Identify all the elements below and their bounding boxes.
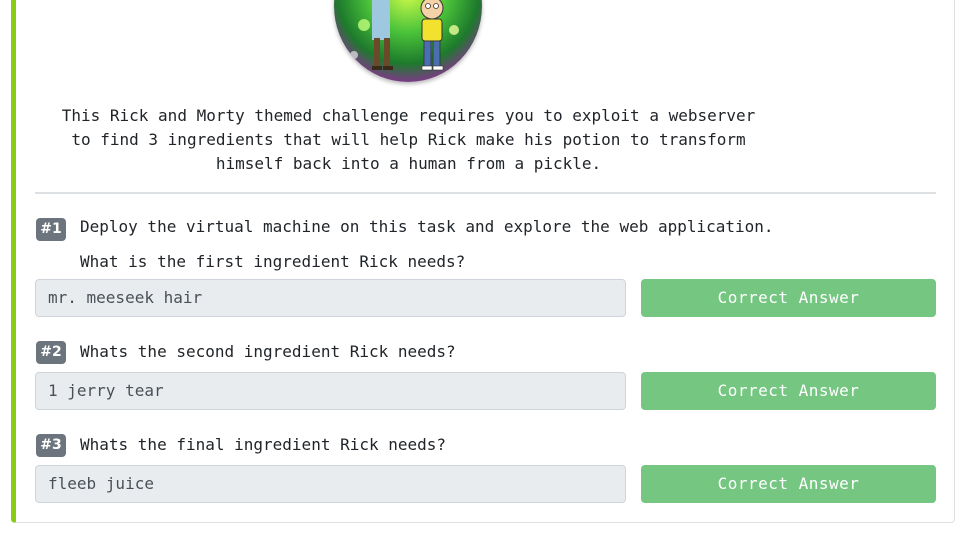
question-number-badge: #1 <box>36 218 66 241</box>
answer-field[interactable]: 1 jerry tear <box>35 372 626 410</box>
correct-answer-button[interactable]: Correct Answer <box>641 465 936 503</box>
question-text: Whats the second ingredient Rick needs? <box>80 342 456 361</box>
question-text: What is the first ingredient Rick needs? <box>80 252 466 271</box>
room-description: This Rick and Morty themed challenge req… <box>61 106 756 173</box>
divider <box>35 192 936 194</box>
question-number-badge: #3 <box>36 434 66 457</box>
answer-field[interactable]: fleeb juice <box>35 465 626 503</box>
correct-answer-button[interactable]: Correct Answer <box>641 372 936 410</box>
question-number-badge: #2 <box>36 341 66 364</box>
answer-field[interactable]: mr. meeseek hair <box>35 279 626 317</box>
question-text: Whats the final ingredient Rick needs? <box>80 435 447 454</box>
task-instruction: Deploy the virtual machine on this task … <box>80 217 774 236</box>
correct-answer-button[interactable]: Correct Answer <box>641 279 936 317</box>
